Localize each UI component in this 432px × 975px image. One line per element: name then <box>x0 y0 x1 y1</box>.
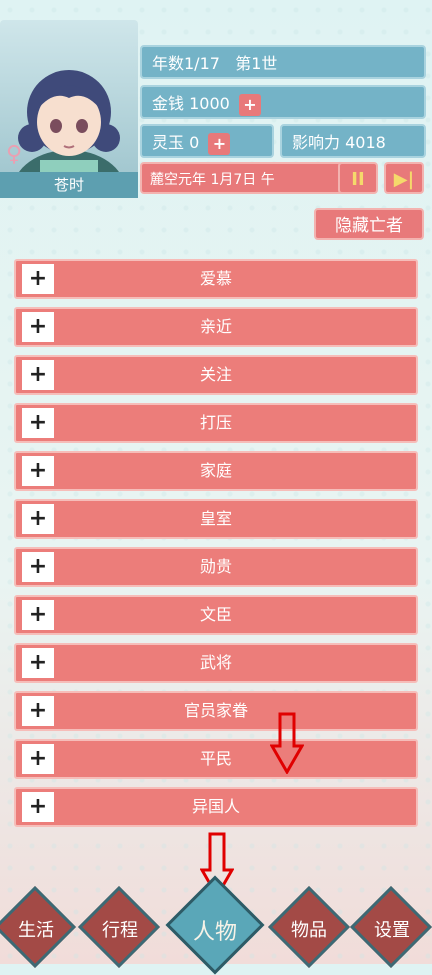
expand-plus-icon[interactable]: + <box>22 792 54 822</box>
bottom-navigation: 生活 行程 人物 物品 设置 <box>0 875 432 975</box>
category-label: 武将 <box>199 653 232 672</box>
money-box: 金钱 1000 + <box>140 85 426 119</box>
year-generation-box: 年数1/17 第1世 <box>140 45 426 79</box>
character-name: 苍时 <box>0 172 138 198</box>
category-label: 打压 <box>199 413 232 432</box>
hide-dead-button[interactable]: 隐藏亡者 <box>314 208 424 240</box>
expand-plus-icon[interactable]: + <box>22 552 54 582</box>
money-value: 1000 <box>189 94 230 113</box>
female-gender-icon: ♀ <box>6 142 23 167</box>
character-portrait[interactable] <box>0 20 138 196</box>
expand-plus-icon[interactable]: + <box>22 456 54 486</box>
pause-button[interactable]: II <box>338 162 378 194</box>
category-row[interactable]: + 爱慕 <box>14 259 418 299</box>
category-row[interactable]: + 异国人 <box>14 787 418 827</box>
expand-plus-icon[interactable]: + <box>22 360 54 390</box>
expand-plus-icon[interactable]: + <box>22 600 54 630</box>
jade-box: 灵玉 0 + <box>140 124 274 158</box>
add-money-button[interactable]: + <box>238 93 261 116</box>
category-row[interactable]: + 家庭 <box>14 451 418 491</box>
category-label: 平民 <box>199 749 232 768</box>
category-label: 关注 <box>199 365 232 384</box>
nav-settings-label[interactable]: 设置 <box>352 916 432 942</box>
expand-plus-icon[interactable]: + <box>22 504 54 534</box>
jade-label: 灵玉 <box>152 133 185 152</box>
nav-items-label[interactable]: 物品 <box>269 916 349 942</box>
nav-characters-label[interactable]: 人物 <box>175 914 255 946</box>
category-row[interactable]: + 文臣 <box>14 595 418 635</box>
category-row[interactable]: + 关注 <box>14 355 418 395</box>
expand-plus-icon[interactable]: + <box>22 312 54 342</box>
nav-life-label[interactable]: 生活 <box>0 916 76 942</box>
nav-schedule-label[interactable]: 行程 <box>80 916 160 942</box>
category-row[interactable]: + 武将 <box>14 643 418 683</box>
category-row[interactable]: + 勋贵 <box>14 547 418 587</box>
expand-plus-icon[interactable]: + <box>22 744 54 774</box>
annotation-down-arrow-icon <box>270 712 304 774</box>
fast-forward-button[interactable]: ▶| <box>384 162 424 194</box>
category-row[interactable]: + 皇室 <box>14 499 418 539</box>
expand-plus-icon[interactable]: + <box>22 696 54 726</box>
jade-value: 0 <box>189 133 200 152</box>
category-label: 文臣 <box>199 605 232 624</box>
pause-icon: II <box>351 169 365 190</box>
category-row[interactable]: + 平民 <box>14 739 418 779</box>
expand-plus-icon[interactable]: + <box>22 264 54 294</box>
category-label: 亲近 <box>199 317 232 336</box>
influence-box: 影响力 4018 <box>280 124 426 158</box>
generation-label: 第1世 <box>235 54 278 73</box>
category-label: 官员家眷 <box>183 701 248 720</box>
category-row[interactable]: + 官员家眷 <box>14 691 418 731</box>
category-row[interactable]: + 亲近 <box>14 307 418 347</box>
character-avatar-image <box>13 70 125 196</box>
influence-label: 影响力 <box>292 133 341 152</box>
category-label: 异国人 <box>191 797 240 816</box>
category-label: 爱慕 <box>199 269 232 288</box>
money-label: 金钱 <box>152 94 185 113</box>
category-row[interactable]: + 打压 <box>14 403 418 443</box>
expand-plus-icon[interactable]: + <box>22 648 54 678</box>
expand-plus-icon[interactable]: + <box>22 408 54 438</box>
fast-forward-icon: ▶| <box>393 169 415 190</box>
category-label: 皇室 <box>199 509 232 528</box>
influence-value: 4018 <box>345 133 386 152</box>
year-label: 年数1/17 <box>152 54 220 73</box>
category-label: 勋贵 <box>199 557 232 576</box>
add-jade-button[interactable]: + <box>208 132 231 155</box>
category-label: 家庭 <box>199 461 232 480</box>
